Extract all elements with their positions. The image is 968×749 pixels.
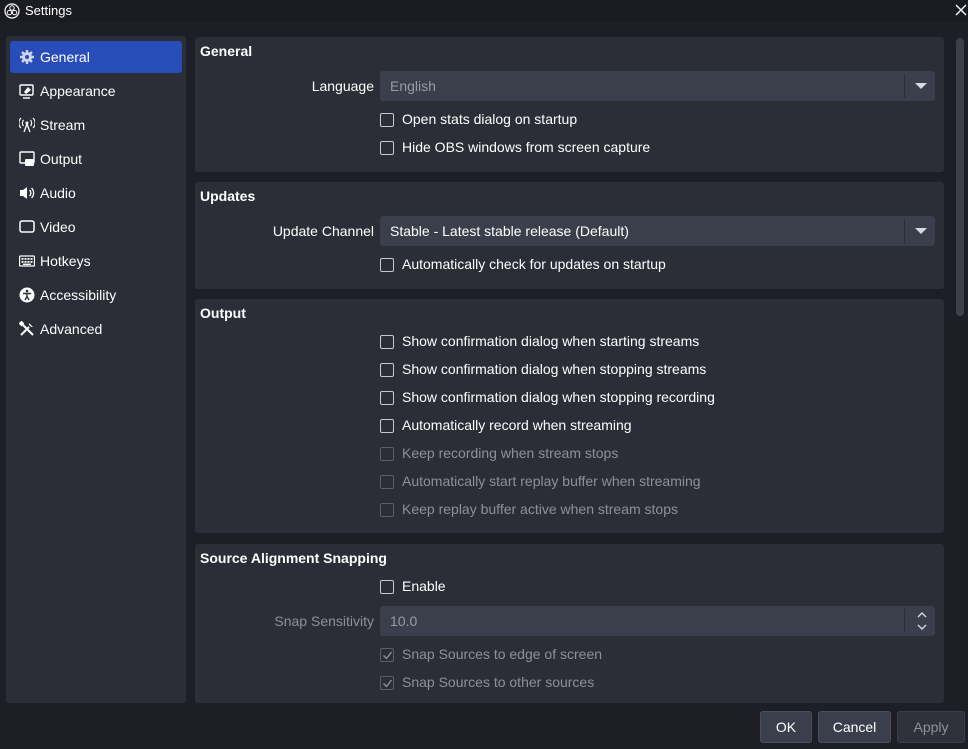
accessibility-icon bbox=[19, 287, 35, 303]
language-value: English bbox=[390, 78, 436, 94]
scrollbar-thumb[interactable] bbox=[956, 38, 964, 316]
snap-sensitivity-value: 10.0 bbox=[390, 613, 418, 629]
sidebar-item-label: General bbox=[40, 49, 90, 65]
gear-icon bbox=[20, 50, 34, 64]
close-icon[interactable] bbox=[953, 2, 968, 18]
sidebar-item-label: Appearance bbox=[40, 83, 116, 99]
sidebar-item-label: Audio bbox=[40, 185, 76, 201]
language-dropdown[interactable]: English bbox=[380, 71, 935, 101]
title-bar: Settings bbox=[0, 0, 968, 22]
obs-logo-icon bbox=[4, 3, 20, 19]
ok-button[interactable]: OK bbox=[760, 711, 812, 743]
window-title: Settings bbox=[25, 3, 72, 18]
speaker-icon bbox=[20, 187, 35, 199]
snapping-section: Source Alignment Snapping Enable Snap Se… bbox=[195, 544, 944, 703]
sidebar-item-accessibility[interactable]: Accessibility bbox=[10, 279, 182, 311]
appearance-icon bbox=[19, 84, 34, 99]
updates-section: Updates Update Channel Stable - Latest s… bbox=[195, 182, 944, 289]
section-title: General bbox=[200, 43, 253, 59]
sidebar-item-label: Video bbox=[40, 219, 76, 235]
output-section: Output Show confirmation dialog when sta… bbox=[195, 299, 944, 533]
sidebar-item-hotkeys[interactable]: Hotkeys bbox=[10, 245, 182, 277]
language-label: Language bbox=[311, 78, 374, 94]
sidebar-item-label: Advanced bbox=[40, 321, 103, 337]
section-title: Updates bbox=[200, 188, 256, 204]
tools-icon bbox=[19, 321, 34, 336]
sidebar-item-label: Hotkeys bbox=[40, 253, 91, 269]
settings-sidebar: General Appearance Stream Output Audio V… bbox=[6, 36, 186, 703]
vertical-scrollbar[interactable] bbox=[954, 36, 966, 703]
checkmark-icon bbox=[383, 651, 393, 660]
apply-button[interactable]: Apply bbox=[897, 711, 965, 743]
chevron-down-icon bbox=[915, 228, 927, 234]
chevron-down-icon[interactable] bbox=[915, 621, 929, 633]
sidebar-item-label: Stream bbox=[40, 117, 86, 133]
sidebar-item-video[interactable]: Video bbox=[10, 211, 182, 243]
sidebar-item-label: Output bbox=[40, 151, 83, 167]
chevron-down-icon bbox=[915, 83, 927, 89]
chevron-up-icon[interactable] bbox=[915, 609, 929, 621]
section-title: Output bbox=[200, 305, 246, 321]
sidebar-item-audio[interactable]: Audio bbox=[10, 177, 182, 209]
sidebar-item-advanced[interactable]: Advanced bbox=[10, 313, 182, 345]
sidebar-item-label: Accessibility bbox=[40, 287, 117, 303]
sidebar-item-output[interactable]: Output bbox=[10, 143, 182, 175]
update-channel-dropdown[interactable]: Stable - Latest stable release (Default) bbox=[380, 216, 935, 246]
snap-sensitivity-input[interactable]: 10.0 bbox=[380, 606, 935, 636]
checkmark-icon bbox=[383, 679, 393, 688]
broadcast-icon bbox=[19, 117, 35, 133]
keyboard-icon bbox=[19, 255, 35, 267]
monitor-icon bbox=[19, 220, 35, 233]
general-section: General Language English Open stats dial… bbox=[195, 37, 944, 172]
cancel-button[interactable]: Cancel bbox=[818, 711, 891, 743]
sidebar-item-stream[interactable]: Stream bbox=[10, 109, 182, 141]
sidebar-item-general[interactable]: General bbox=[10, 41, 182, 73]
section-title: Source Alignment Snapping bbox=[200, 550, 387, 566]
update-channel-label: Update Channel bbox=[272, 223, 374, 239]
output-icon bbox=[19, 151, 35, 166]
snap-sensitivity-label: Snap Sensitivity bbox=[274, 613, 374, 629]
sidebar-item-appearance[interactable]: Appearance bbox=[10, 75, 182, 107]
update-channel-value: Stable - Latest stable release (Default) bbox=[390, 223, 629, 239]
